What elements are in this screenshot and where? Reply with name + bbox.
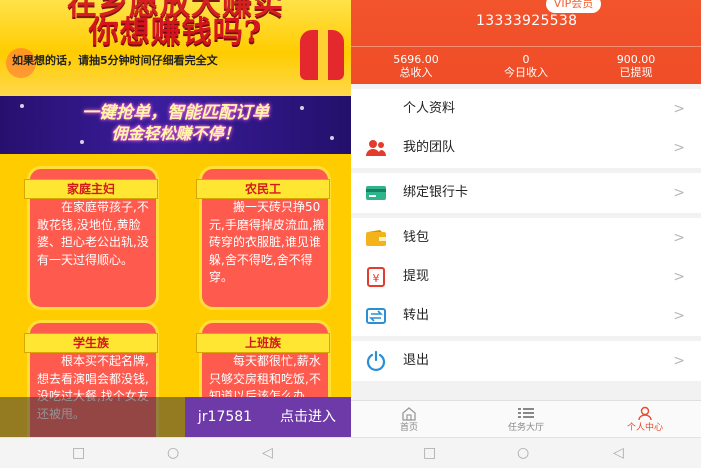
chevron-right-icon: > bbox=[673, 140, 685, 156]
stat-label: 今日收入 bbox=[504, 66, 548, 79]
card-text: 在家庭带孩子,不敢花钱,没地位,黄脸婆、担心老公出轨,没有一天过得顺心。 bbox=[37, 200, 149, 267]
menu-wallet[interactable]: 钱包 > bbox=[351, 218, 701, 258]
team-icon bbox=[365, 138, 387, 158]
menu-withdraw[interactable]: ¥ 提现 > bbox=[351, 257, 701, 297]
tab-label: 任务大厅 bbox=[507, 423, 544, 433]
chevron-right-icon: > bbox=[673, 185, 685, 201]
chevron-right-icon: > bbox=[673, 269, 685, 285]
card-title: 上班族 bbox=[196, 333, 330, 353]
card-title: 家庭主妇 bbox=[24, 179, 158, 199]
menu-profile-info[interactable]: 个人资料 > bbox=[351, 89, 701, 129]
recents-button[interactable]: □ bbox=[72, 445, 85, 461]
card-housewife: 家庭主妇 在家庭带孩子,不敢花钱,没地位,黄脸婆、担心老公出轨,没有一天过得顺心… bbox=[24, 166, 159, 310]
menu-logout[interactable]: 退出 > bbox=[351, 341, 701, 381]
stat-today-income: 0 今日收入 bbox=[471, 53, 581, 79]
chevron-right-icon: > bbox=[673, 308, 685, 324]
wallet-icon bbox=[365, 228, 387, 248]
tab-personal-center[interactable]: 个人中心 bbox=[595, 405, 695, 435]
system-nav-bar: □ ○ ◁ □ ○ ◁ bbox=[0, 437, 701, 468]
phone-number: 13333925538 bbox=[476, 13, 578, 29]
card-text: 搬一天砖只挣50元,手磨得掉皮流血,搬砖穿的衣服脏,谁见谁躲,舍不得吃,舍不得穿… bbox=[209, 200, 325, 284]
tab-home[interactable]: 首页 bbox=[359, 405, 459, 435]
vip-badge: VIP会员 bbox=[546, 0, 601, 13]
chevron-right-icon: > bbox=[673, 353, 685, 369]
enter-button[interactable]: 点击进入 bbox=[265, 397, 351, 437]
tab-task-hall[interactable]: 任务大厅 bbox=[476, 405, 576, 435]
home-button[interactable]: ○ bbox=[167, 445, 179, 461]
recents-button[interactable]: □ bbox=[423, 445, 436, 461]
stat-label: 总收入 bbox=[399, 66, 433, 79]
menu-label: 转出 bbox=[403, 308, 430, 323]
stat-withdrawn: 900.00 已提现 bbox=[581, 53, 691, 79]
menu-label: 绑定银行卡 bbox=[403, 185, 469, 200]
card-title: 农民工 bbox=[196, 179, 330, 199]
back-button[interactable]: ◁ bbox=[613, 445, 624, 461]
menu-label: 我的团队 bbox=[403, 140, 456, 155]
menu-transfer[interactable]: 转出 > bbox=[351, 296, 701, 336]
stat-value: 0 bbox=[522, 53, 530, 66]
profile-panel: VIP会员 13333925538 5696.00 总收入 0 今日收入 900… bbox=[351, 0, 701, 437]
promo-banner: 一键抢单，智能匹配订单 佣金轻松赚不停！ bbox=[0, 96, 351, 154]
tab-label: 个人中心 bbox=[626, 423, 663, 433]
home-button[interactable]: ○ bbox=[517, 445, 529, 461]
top-banner: 在乡愿放大赚实 你想赚钱吗? 如果想的话，请抽5分钟时间仔细看完全文 bbox=[0, 0, 351, 96]
menu-label: 钱包 bbox=[403, 230, 430, 245]
withdraw-icon: ¥ bbox=[365, 267, 387, 287]
menu-label: 退出 bbox=[403, 353, 430, 368]
power-icon bbox=[365, 350, 387, 372]
chevron-right-icon: > bbox=[673, 101, 685, 117]
svg-text:¥: ¥ bbox=[373, 272, 380, 285]
persona-cards: 家庭主妇 在家庭带孩子,不敢花钱,没地位,黄脸婆、担心老公出轨,没有一天过得顺心… bbox=[0, 154, 351, 437]
divider bbox=[351, 46, 701, 47]
list-icon bbox=[476, 405, 576, 421]
card-title: 学生族 bbox=[24, 333, 158, 353]
user-icon bbox=[595, 405, 695, 421]
transfer-icon bbox=[365, 306, 387, 326]
banner-line-2: 佣金轻松赚不停！ bbox=[111, 124, 240, 143]
home-icon bbox=[359, 405, 459, 421]
ad-panel: 在乡愿放大赚实 你想赚钱吗? 如果想的话，请抽5分钟时间仔细看完全文 一键抢单，… bbox=[0, 0, 351, 437]
menu-bind-card[interactable]: 绑定银行卡 > bbox=[351, 173, 701, 213]
menu-label: 个人资料 bbox=[403, 101, 456, 116]
profile-header: VIP会员 13333925538 5696.00 总收入 0 今日收入 900… bbox=[351, 0, 701, 84]
chevron-right-icon: > bbox=[673, 230, 685, 246]
menu-my-team[interactable]: 我的团队 > bbox=[351, 128, 701, 168]
stat-value: 5696.00 bbox=[393, 53, 439, 66]
back-button[interactable]: ◁ bbox=[262, 445, 273, 461]
stat-value: 900.00 bbox=[616, 53, 656, 66]
tab-label: 首页 bbox=[399, 423, 418, 433]
headline: 你想赚钱吗? bbox=[88, 15, 263, 50]
bottom-tab-bar: 首页 任务大厅 个人中心 bbox=[351, 400, 701, 437]
subline: 如果想的话，请抽5分钟时间仔细看完全文 bbox=[12, 54, 218, 67]
promo-code: jr17581 bbox=[185, 397, 265, 437]
menu-label: 提现 bbox=[403, 269, 430, 284]
stat-label: 已提现 bbox=[619, 66, 653, 79]
stat-total-income: 5696.00 总收入 bbox=[361, 53, 471, 79]
card-migrant-worker: 农民工 搬一天砖只挣50元,手磨得掉皮流血,搬砖穿的衣服脏,谁见谁躲,舍不得吃,… bbox=[196, 166, 331, 310]
bank-card-icon bbox=[365, 183, 387, 203]
